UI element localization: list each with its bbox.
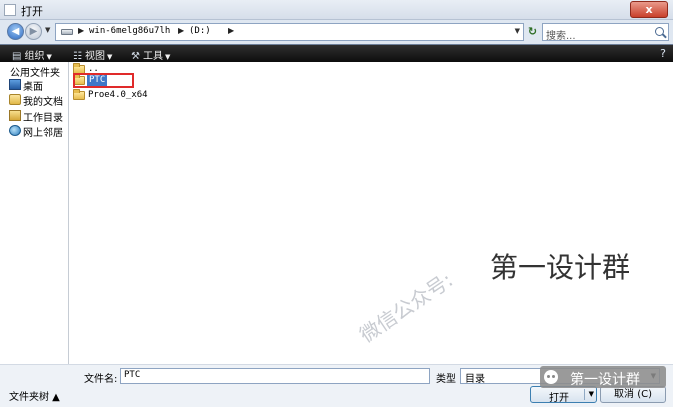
back-button[interactable]: ◀ — [7, 23, 24, 40]
chevron-down-icon[interactable]: ▼ — [589, 390, 594, 398]
search-placeholder: 搜索... — [546, 31, 576, 42]
button-divider — [584, 389, 585, 400]
type-label: 类型 — [436, 374, 456, 385]
sidebar-item-network[interactable]: 网上邻居 — [0, 123, 69, 139]
toolbar: ▤ 组织 ▼ ☷ 视图 ▼ ⚒ 工具 ▼ ? — [0, 44, 673, 62]
documents-icon — [9, 94, 21, 105]
views-icon: ☷ — [73, 51, 82, 62]
chevron-right-icon[interactable]: ▶ — [178, 26, 184, 35]
sidebar-item-working-dir[interactable]: 工作目录 — [0, 108, 69, 124]
history-dropdown-icon[interactable]: ▼ — [45, 26, 50, 34]
sidebar-item-label: 桌面 — [23, 82, 43, 93]
filename-input[interactable]: PTC — [120, 368, 430, 384]
working-dir-icon — [9, 110, 21, 121]
address-dropdown-icon[interactable]: ▼ — [515, 27, 520, 35]
folder-tree-toggle[interactable]: 文件夹树 ▲ — [9, 388, 60, 403]
badge-text: 第一设计群 — [570, 372, 640, 388]
title-bar: 打开 x — [0, 0, 673, 20]
folder-icon — [73, 89, 85, 100]
search-icon[interactable] — [655, 27, 664, 36]
sidebar-item-documents[interactable]: 我的文档 — [0, 92, 69, 108]
chevron-right-icon[interactable]: ▶ — [228, 26, 234, 35]
sidebar-item-label: 工作目录 — [23, 113, 63, 124]
sidebar-item-desktop[interactable]: 桌面 — [0, 77, 69, 93]
chevron-down-icon: ▼ — [46, 53, 52, 61]
breadcrumb-computer[interactable]: win-6melg86u7lh — [89, 26, 170, 36]
organize-label: 组织 — [24, 51, 45, 62]
chevron-right-icon[interactable]: ▶ — [78, 26, 84, 35]
filename-label: 文件名: — [84, 374, 118, 385]
refresh-icon[interactable]: ↻ — [526, 24, 539, 39]
type-value: 目录 — [465, 374, 485, 385]
wechat-badge: 第一设计群 — [540, 366, 666, 388]
breadcrumb-drive[interactable]: (D:) — [189, 26, 211, 36]
search-input[interactable]: 搜索... — [542, 23, 669, 42]
drive-icon — [61, 29, 73, 35]
highlight-box — [73, 73, 134, 88]
tools-icon: ⚒ — [131, 51, 140, 62]
views-label: 视图 — [84, 51, 105, 62]
close-button[interactable]: x — [630, 1, 668, 18]
sidebar: 公用文件夹 桌面 我的文档 工作目录 网上邻居 — [0, 62, 69, 384]
address-bar[interactable]: ▶ win-6melg86u7lh ▶ (D:) ▶ ▼ — [55, 23, 524, 41]
views-menu[interactable]: ☷ 视图 ▼ — [73, 47, 112, 62]
address-row: ◀ ▶ ▼ ▶ win-6melg86u7lh ▶ (D:) ▶ ▼ ↻ 搜索.… — [0, 20, 673, 44]
organize-menu[interactable]: ▤ 组织 ▼ — [12, 47, 52, 62]
tools-menu[interactable]: ⚒ 工具 ▼ — [131, 47, 170, 62]
chevron-down-icon: ▼ — [164, 53, 171, 61]
open-label: 打开 — [549, 393, 569, 404]
chevron-down-icon: ▼ — [106, 53, 113, 61]
file-name: Proe4.0_x64 — [88, 90, 148, 100]
desktop-icon — [9, 79, 21, 90]
sidebar-header[interactable]: 公用文件夹 — [0, 63, 69, 79]
window-title: 打开 — [21, 5, 43, 18]
help-icon[interactable]: ? — [657, 47, 669, 60]
wechat-icon — [544, 370, 558, 384]
forward-button[interactable]: ▶ — [25, 23, 42, 40]
sidebar-item-label: 我的文档 — [23, 97, 63, 108]
organize-icon: ▤ — [12, 51, 22, 62]
watermark-text: 第一设计群 — [490, 251, 631, 284]
sidebar-item-label: 网上邻居 — [23, 128, 63, 139]
network-icon — [9, 125, 21, 136]
app-icon — [4, 4, 16, 16]
tools-label: 工具 — [142, 51, 163, 62]
